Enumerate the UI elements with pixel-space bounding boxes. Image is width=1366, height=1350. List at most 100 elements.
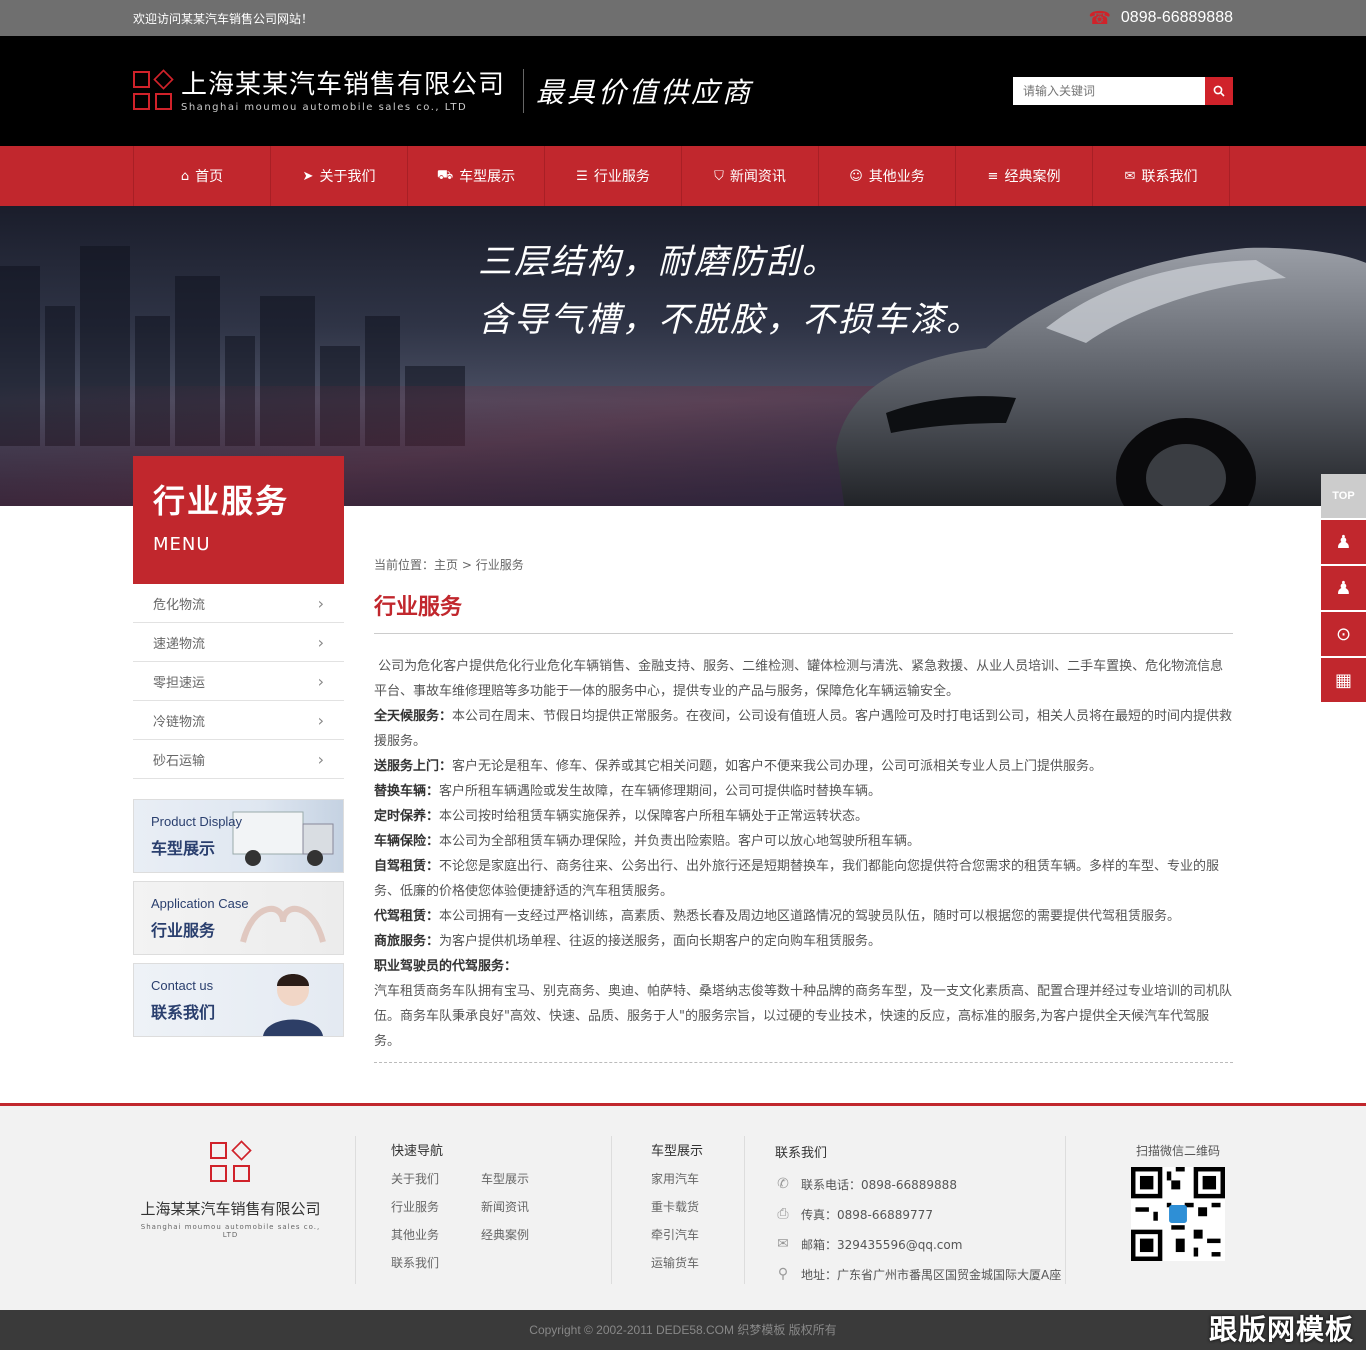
logo[interactable]: 上海某某汽车销售有限公司 Shanghai moumou automobile … xyxy=(181,70,505,113)
footer-models: 车型展示 家用汽车 重卡载货 牵引汽车 运输货车 xyxy=(651,1140,751,1277)
nav-item-cases[interactable]: ≡ 经典案例 xyxy=(956,146,1093,206)
promo-product-display[interactable]: Product Display 车型展示 xyxy=(133,799,344,873)
fax-icon: ⎙ xyxy=(777,1206,789,1222)
nav-item-other[interactable]: ☺ 其他业务 xyxy=(819,146,956,206)
header-slogan: 最具价值供应商 xyxy=(536,76,754,109)
footer-link[interactable]: 运输货车 xyxy=(651,1249,741,1277)
footer-link[interactable]: 车型展示 xyxy=(481,1165,571,1193)
chevron-right-icon: › xyxy=(317,593,324,613)
footer-link[interactable]: 经典案例 xyxy=(481,1221,571,1249)
search-button[interactable] xyxy=(1205,77,1233,105)
logo-icon[interactable] xyxy=(133,69,174,111)
nav-item-contact[interactable]: ✉ 联系我们 xyxy=(1093,146,1230,206)
footer-models-title: 车型展示 xyxy=(651,1144,704,1159)
footer-fax: ⎙ 传真：0898-66889777 xyxy=(775,1199,1061,1229)
qq-button-2[interactable]: ♟ xyxy=(1321,566,1366,610)
footer-divider xyxy=(1065,1136,1066,1284)
nav-item-services[interactable]: ☰ 行业服务 xyxy=(545,146,682,206)
sidebar-item-coldchain[interactable]: 冷链物流 › xyxy=(133,701,344,740)
qr-code-image xyxy=(1131,1167,1225,1261)
footer-logo[interactable]: 上海某某汽车销售有限公司 Shanghai moumou automobile … xyxy=(133,1140,328,1239)
message-button[interactable]: ⊙ xyxy=(1321,612,1366,656)
welcome-text: 欢迎访问某某汽车销售公司网站！ xyxy=(133,11,314,26)
sidebar-item-hazmat[interactable]: 危化物流 › xyxy=(133,584,344,623)
sidebar-item-label: 冷链物流 xyxy=(153,714,206,730)
nav-label: 首页 xyxy=(195,169,224,185)
chat-dots-icon: ⊙ xyxy=(1335,623,1352,645)
footer-email-text: 邮箱：329435596@qq.com xyxy=(801,1237,963,1252)
nav-label: 行业服务 xyxy=(593,169,650,185)
logo-icon xyxy=(209,1140,252,1184)
footer-email: ✉ 邮箱：329435596@qq.com xyxy=(775,1229,1061,1259)
footer-company-en: Shanghai moumou automobile sales co., LT… xyxy=(140,1223,321,1239)
qr-label: 扫描微信二维码 xyxy=(1135,1144,1220,1158)
footer-link[interactable]: 其他业务 xyxy=(391,1221,481,1249)
chat-icon: ✉ xyxy=(1124,168,1136,184)
sidebar-item-label: 危化物流 xyxy=(153,597,206,613)
promo-application-case[interactable]: Application Case 行业服务 xyxy=(133,881,344,955)
qq-icon: ♟ xyxy=(1335,531,1352,553)
promo-contact[interactable]: Contact us 联系我们 xyxy=(133,963,344,1037)
article-paragraph: 车辆保险：本公司为全部租赁车辆办理保险，并负责出险索赔。客户可以放心地驾驶所租车… xyxy=(374,834,921,849)
nav-item-about[interactable]: ➤ 关于我们 xyxy=(271,146,408,206)
promo-cn: 车型展示 xyxy=(151,839,216,858)
footer-contact-title: 联系我们 xyxy=(775,1146,828,1161)
nav-label: 联系我们 xyxy=(1141,169,1198,185)
qr-button[interactable]: ▦ xyxy=(1321,658,1366,702)
promo-cn: 行业服务 xyxy=(151,921,216,940)
footer-tel: ✆ 联系电话：0898-66889888 xyxy=(775,1169,1061,1199)
content-area: 当前位置：主页 > 行业服务 行业服务 公司为危化客户提供危化行业危化车辆销售、… xyxy=(374,556,1233,1063)
page-title: 行业服务 xyxy=(374,589,1233,634)
sidebar-item-express[interactable]: 速递物流 › xyxy=(133,623,344,662)
qr-icon: ▦ xyxy=(1334,669,1352,691)
sidebar-menu: 危化物流 › 速递物流 › 零担速运 › 冷链物流 › 砂石运输 › xyxy=(133,584,344,779)
article-paragraph: 全天候服务：本公司在周末、节假日均提供正常服务。在夜间，公司设有值班人员。客户遇… xyxy=(374,709,1233,749)
footer-link[interactable]: 行业服务 xyxy=(391,1193,481,1221)
footer-link[interactable]: 新闻资讯 xyxy=(481,1193,571,1221)
home-icon: ⌂ xyxy=(180,168,190,184)
footer-link[interactable]: 牵引汽车 xyxy=(651,1221,741,1249)
footer-qr: 扫描微信二维码 xyxy=(1123,1142,1233,1265)
breadcrumb: 当前位置：主页 > 行业服务 xyxy=(374,556,1233,573)
footer-divider xyxy=(611,1136,612,1284)
search-box xyxy=(1013,77,1233,105)
menu-icon: ≡ xyxy=(987,168,999,184)
breadcrumb-current-link[interactable]: 行业服务 xyxy=(476,558,524,572)
footer-link[interactable]: 家用汽车 xyxy=(651,1165,741,1193)
chevron-right-icon: › xyxy=(317,749,324,769)
nav-item-home[interactable]: ⌂ 首页 xyxy=(134,146,271,206)
nav-item-news[interactable]: ⛉ 新闻资讯 xyxy=(682,146,819,206)
sidebar-item-gravel[interactable]: 砂石运输 › xyxy=(133,740,344,779)
article-paragraph: 定时保养：本公司按时给租赁车辆实施保养，以保障客户所租车辆处于正常运转状态。 xyxy=(374,809,869,824)
copyright-bar: Copyright © 2002-2011 DEDE58.COM 织梦模板 版权… xyxy=(0,1310,1366,1350)
footer-company-cn: 上海某某汽车销售有限公司 xyxy=(140,1200,321,1218)
watermark-text: 跟版网模板 xyxy=(1208,1313,1354,1346)
footer-tel-text: 联系电话：0898-66889888 xyxy=(801,1177,957,1192)
footer-link[interactable]: 重卡载货 xyxy=(651,1193,741,1221)
send-icon: ➤ xyxy=(302,168,314,184)
sidebar-item-label: 速递物流 xyxy=(153,636,206,652)
qq-button-1[interactable]: ♟ xyxy=(1321,520,1366,564)
support-agent-image xyxy=(263,974,323,1036)
sidebar-title-box: 行业服务 MENU xyxy=(133,456,344,584)
sidebar-item-label: 砂石运输 xyxy=(153,753,206,769)
mail-icon: ✉ xyxy=(777,1236,789,1252)
phone-icon: ☎ xyxy=(1088,7,1111,28)
promo-en: Contact us xyxy=(151,978,214,993)
breadcrumb-home-link[interactable]: 主页 xyxy=(434,558,458,572)
nav-label: 经典案例 xyxy=(1004,169,1061,185)
search-input[interactable] xyxy=(1013,77,1205,105)
nav-label: 关于我们 xyxy=(319,169,376,185)
footer-link[interactable]: 联系我们 xyxy=(391,1249,481,1277)
car-image xyxy=(836,247,1366,506)
footer-divider xyxy=(355,1136,356,1284)
article-paragraph: 职业驾驶员的代驾服务： xyxy=(374,959,518,974)
chevron-right-icon: › xyxy=(317,632,324,652)
footer-link[interactable]: 关于我们 xyxy=(391,1165,481,1193)
nav-item-models[interactable]: ⛟ 车型展示 xyxy=(408,146,545,206)
back-to-top-button[interactable]: TOP xyxy=(1321,474,1366,518)
footer-address-text: 地址：广东省广州市番禺区国贸金城国际大厦A座 xyxy=(801,1267,1062,1282)
main-nav: ⌂ 首页 ➤ 关于我们 ⛟ 车型展示 ☰ 行业服务 ⛉ 新闻资讯 ☺ 其他业务 ≡ 经典案例 … xyxy=(0,146,1366,206)
nav-label: 车型展示 xyxy=(459,169,516,185)
sidebar-item-ltl[interactable]: 零担速运 › xyxy=(133,662,344,701)
